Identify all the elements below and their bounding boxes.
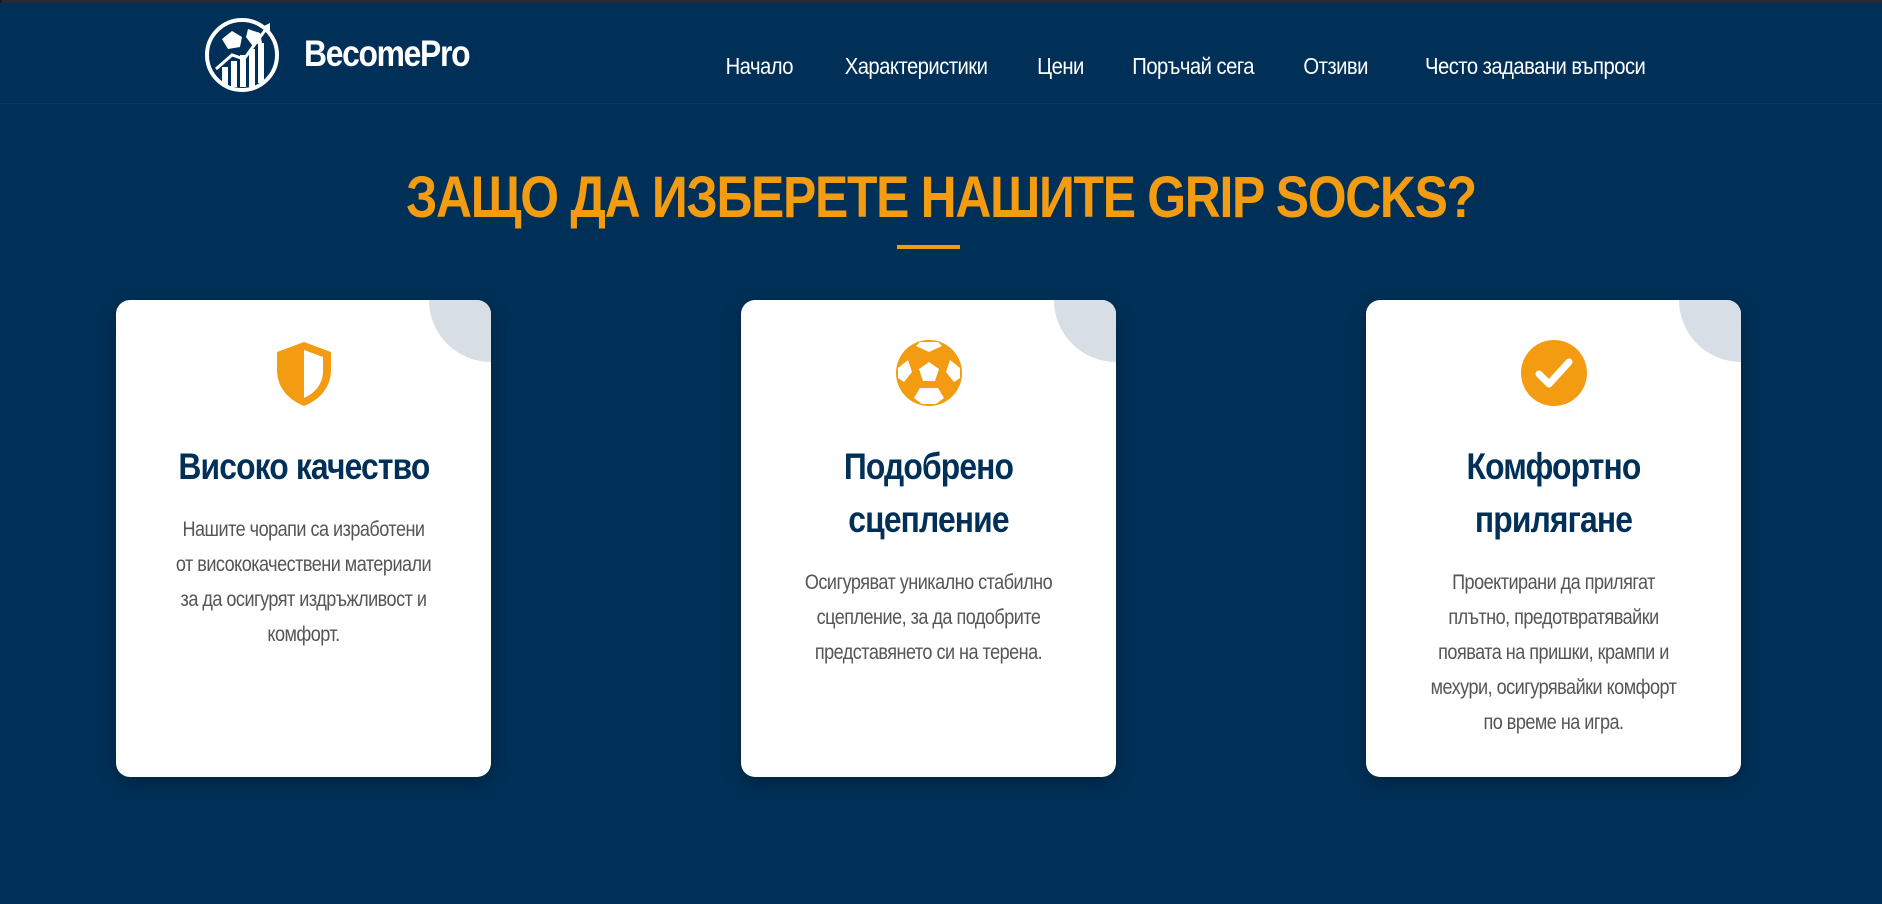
feature-card-comfort: Комфортно прилягане Проектирани да приля… (1366, 300, 1741, 777)
card-title: Подобрено сцепление (761, 440, 1096, 546)
card-corner-decoration (1679, 300, 1741, 362)
card-title-text: Комфортно прилягане (1466, 446, 1642, 540)
site-header: BecomePro Начало Характеристики Цени Пор… (0, 3, 1882, 104)
card-corner-decoration (429, 300, 491, 362)
card-title-text: Подобрено сцепление (843, 446, 1014, 540)
nav-link-home[interactable]: Начало (726, 53, 794, 80)
shield-icon (276, 342, 331, 406)
card-corner-decoration (1054, 300, 1116, 362)
card-title: Комфортно прилягане (1386, 440, 1721, 546)
nav-link-faq[interactable]: Често задавани въпроси (1425, 53, 1646, 80)
nav-link-prices[interactable]: Цени (1037, 53, 1084, 80)
feature-card-quality: Високо качество Нашите чорапи са изработ… (116, 300, 491, 777)
card-title: Високо качество (136, 440, 471, 493)
nav-link-order[interactable]: Поръчай сега (1132, 53, 1254, 80)
card-description-text: Осигуряват уникално стабилно сцепление, … (804, 571, 1053, 664)
logo-icon[interactable] (204, 17, 280, 93)
card-title-text: Високо качество (177, 446, 430, 487)
card-description-text: Проектирани да прилягат плътно, предотвр… (1430, 571, 1677, 734)
title-underline (897, 245, 960, 249)
card-description: Осигуряват уникално стабилно сцепление, … (777, 565, 1080, 670)
card-description-text: Нашите чорапи са изработени от висококач… (175, 518, 432, 646)
brand-name[interactable]: BecomePro (304, 33, 471, 75)
soccer-ball-icon (895, 340, 962, 406)
card-description: Проектирани да прилягат плътно, предотвр… (1402, 565, 1705, 740)
section-title: ЗАЩО ДА ИЗБЕРЕТЕ НАШИТЕ GRIP SOCKS? (0, 164, 1882, 231)
section-title-text: ЗАЩО ДА ИЗБЕРЕТЕ НАШИТЕ GRIP SOCKS? (406, 165, 1477, 230)
feature-card-grip: Подобрено сцепление Осигуряват уникално … (741, 300, 1116, 777)
main-nav: Начало Характеристики Цени Поръчай сега … (721, 53, 1660, 80)
nav-link-features[interactable]: Характеристики (845, 53, 988, 80)
nav-link-reviews[interactable]: Отзиви (1304, 53, 1369, 80)
check-circle-icon (1520, 340, 1587, 406)
card-description: Нашите чорапи са изработени от висококач… (152, 512, 455, 652)
